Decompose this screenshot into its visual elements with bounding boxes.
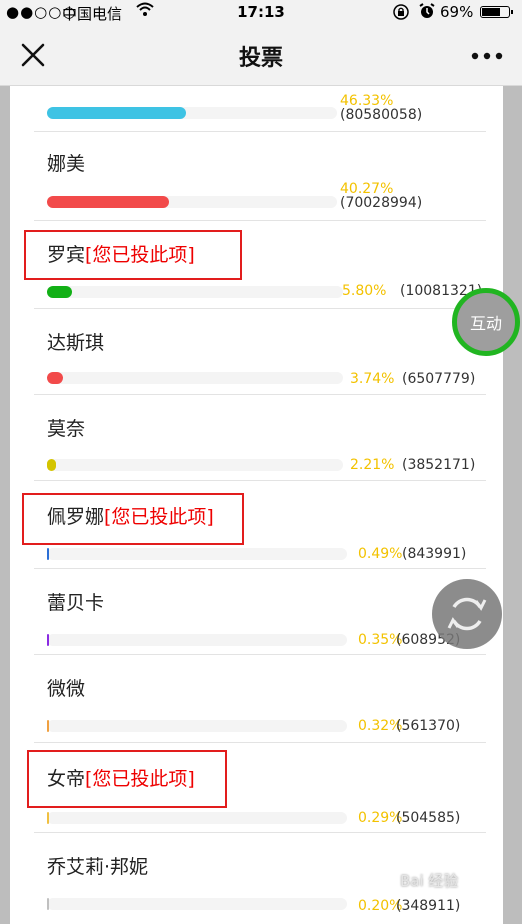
vote-progress-bar	[47, 196, 337, 208]
vote-progress-fill	[47, 634, 49, 646]
interact-button[interactable]: 互动	[452, 288, 520, 356]
vote-percent: 0.49%	[358, 546, 403, 562]
vote-progress-bar	[47, 548, 347, 560]
option-name: 蕾贝卡	[47, 588, 104, 615]
vote-progress-fill	[47, 107, 186, 119]
vote-progress-bar	[47, 634, 347, 646]
orientation-lock-icon	[392, 3, 410, 25]
option-name-text: 蕾贝卡	[47, 592, 105, 614]
vote-option-row: 蕾贝卡 0.35% (608952)	[34, 568, 486, 655]
voted-highlight-box	[24, 230, 242, 280]
battery-percent: 69%	[440, 3, 474, 21]
vote-progress-fill	[47, 196, 169, 208]
vote-count: (3852171)	[402, 457, 476, 473]
status-bar: ●●○○○ 中国电信 17:13 69%	[0, 0, 522, 24]
vote-option-row: 46.33% (80580058)	[34, 86, 486, 132]
option-name: 娜美	[47, 149, 85, 176]
option-name: 微微	[47, 674, 85, 701]
vote-count: (80580058)	[340, 107, 423, 123]
voted-highlight-box	[27, 750, 227, 808]
vote-progress-bar	[47, 286, 343, 298]
vote-progress-fill	[47, 720, 49, 732]
vote-progress-bar	[47, 812, 347, 824]
refresh-icon	[447, 597, 487, 631]
baidu-watermark: Bai 经验	[400, 872, 459, 890]
vote-progress-fill	[47, 286, 72, 298]
option-name: 莫奈	[47, 414, 85, 441]
option-name-text: 乔艾莉·邦妮	[47, 856, 149, 878]
more-button[interactable]	[470, 44, 504, 68]
vote-progress-fill	[47, 372, 63, 384]
vote-progress-fill	[47, 459, 57, 471]
vote-percent: 5.80%	[342, 283, 387, 299]
alarm-icon	[418, 2, 436, 24]
vote-count: (6507779)	[402, 371, 476, 387]
vote-option-row: 娜美 40.27% (70028994)	[34, 131, 486, 221]
vote-count: (504585)	[396, 810, 461, 826]
option-name-text: 莫奈	[47, 418, 86, 440]
vote-results-list: 46.33% (80580058) 娜美 40.27% (70028994) 罗宾[您已投…	[10, 86, 503, 924]
vote-progress-bar	[47, 107, 337, 119]
vote-progress-bar	[47, 459, 343, 471]
battery-icon	[480, 6, 513, 18]
vote-percent: 2.21%	[350, 457, 395, 473]
close-icon	[21, 43, 45, 67]
vote-progress-bar	[47, 898, 347, 910]
vote-count: (70028994)	[340, 195, 423, 211]
option-name-text: 微微	[47, 678, 86, 700]
close-button[interactable]	[18, 40, 48, 70]
vote-option-row: 达斯琪 3.74% (6507779)	[34, 308, 486, 395]
option-name-text: 达斯琪	[47, 332, 105, 354]
vote-count: (843991)	[402, 546, 467, 562]
refresh-button[interactable]	[432, 579, 502, 649]
nav-bar: 投票	[0, 24, 522, 86]
vote-percent: 3.74%	[350, 371, 395, 387]
vote-option-row: 莫奈 2.21% (3852171)	[34, 394, 486, 481]
voted-highlight-box	[22, 493, 244, 545]
vote-progress-fill	[47, 812, 49, 824]
interact-label: 互动	[469, 314, 502, 333]
vote-progress-fill	[47, 548, 49, 560]
option-name: 乔艾莉·邦妮	[47, 852, 148, 879]
more-dots-icon	[471, 52, 503, 60]
vote-count: (561370)	[396, 718, 461, 734]
vote-count: (348911)	[396, 898, 461, 914]
vote-progress-fill	[47, 898, 49, 910]
page-title: 投票	[238, 46, 283, 71]
option-name: 达斯琪	[47, 328, 104, 355]
vote-option-row: 微微 0.32% (561370)	[34, 654, 486, 743]
vote-progress-bar	[47, 372, 343, 384]
option-name-text: 娜美	[47, 153, 86, 175]
vote-progress-bar	[47, 720, 347, 732]
